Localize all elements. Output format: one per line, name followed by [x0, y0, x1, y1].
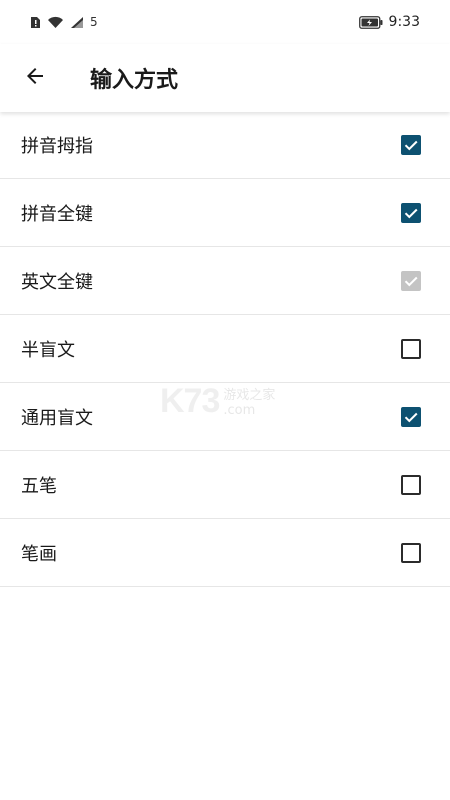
checkmark-icon	[404, 208, 418, 218]
option-label: 拼音拇指	[21, 136, 93, 157]
checkbox-checked[interactable]	[401, 135, 421, 155]
checkmark-icon	[404, 276, 418, 286]
checkbox-unchecked[interactable]	[401, 474, 421, 495]
option-row-common-braille[interactable]: 通用盲文	[0, 383, 450, 451]
checkbox-disabled-checked[interactable]	[401, 270, 421, 291]
wifi-icon	[47, 16, 64, 29]
checkbox-checked[interactable]	[401, 202, 421, 223]
network-badge: 5	[90, 15, 98, 29]
battery-charging-icon	[358, 15, 383, 29]
option-row-wubi[interactable]: 五笔	[0, 451, 450, 519]
input-method-list: 拼音拇指 拼音全键 英文全键 半盲文 通用盲文 五笔 笔画	[0, 112, 450, 587]
arrow-left-icon	[23, 64, 47, 92]
option-row-pinyin-full[interactable]: 拼音全键	[0, 179, 450, 247]
sim-alert-icon	[30, 16, 41, 29]
option-label: 笔画	[21, 543, 57, 565]
option-label: 拼音全键	[21, 203, 93, 225]
back-button[interactable]	[0, 44, 70, 112]
status-left: 5	[30, 15, 98, 29]
signal-icon	[70, 16, 84, 29]
option-label: 英文全键	[21, 271, 93, 293]
status-right: 9:33	[358, 14, 420, 30]
option-label: 通用盲文	[21, 407, 93, 429]
option-row-half-braille[interactable]: 半盲文	[0, 315, 450, 383]
checkbox-checked[interactable]	[401, 406, 421, 427]
option-label: 半盲文	[21, 339, 75, 361]
status-time: 9:33	[388, 14, 420, 30]
option-row-pinyin-thumb[interactable]: 拼音拇指	[0, 112, 450, 179]
option-row-english-full[interactable]: 英文全键	[0, 247, 450, 315]
status-bar: 5 9:33	[0, 0, 450, 44]
checkmark-icon	[404, 412, 418, 422]
page-title: 输入方式	[90, 68, 179, 93]
checkmark-icon	[404, 140, 418, 151]
option-label: 五笔	[21, 475, 57, 497]
checkbox-unchecked[interactable]	[401, 338, 421, 359]
option-row-stroke[interactable]: 笔画	[0, 519, 450, 587]
checkbox-unchecked[interactable]	[401, 542, 421, 563]
app-bar: 输入方式	[0, 44, 450, 112]
